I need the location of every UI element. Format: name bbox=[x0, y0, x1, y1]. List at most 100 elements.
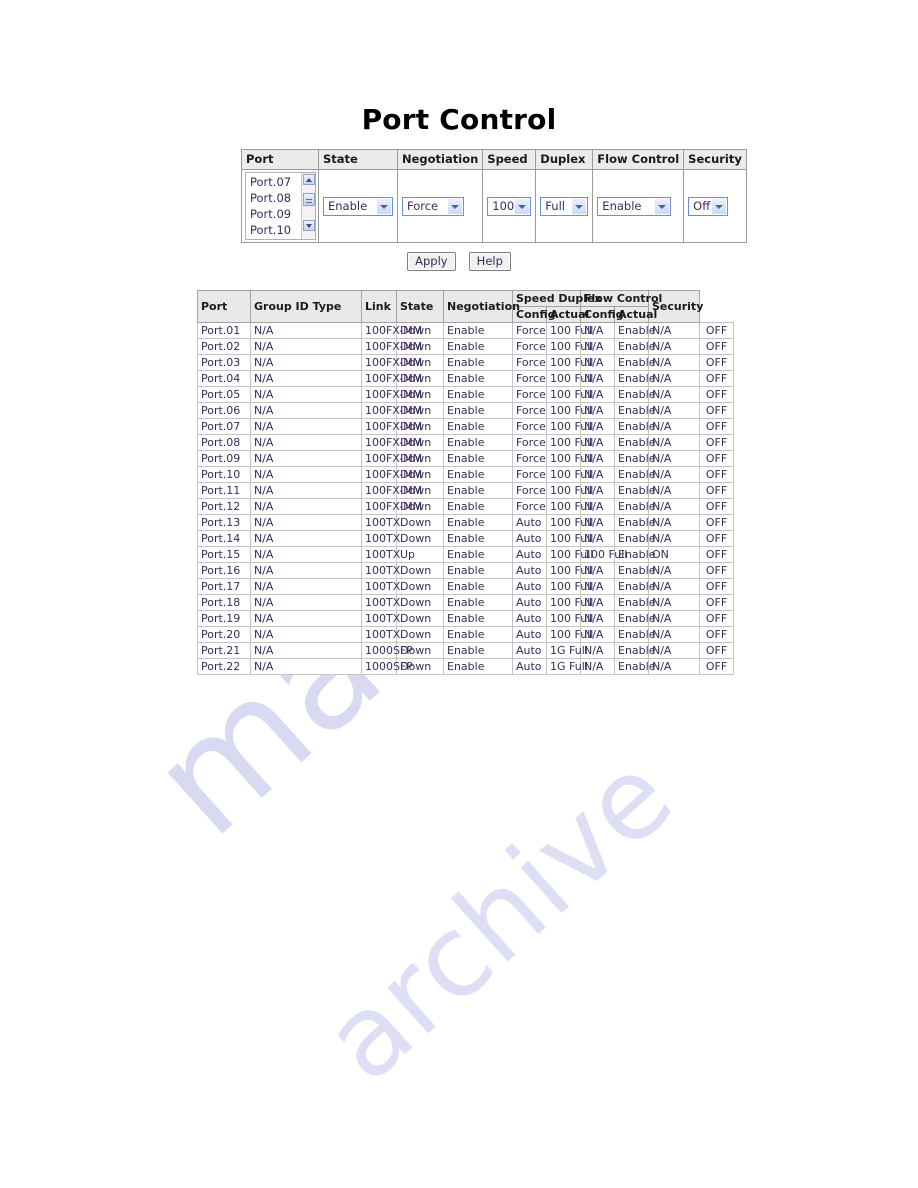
row-cell-negotiation: Auto bbox=[512, 562, 547, 579]
config-header-state: State bbox=[318, 149, 398, 170]
row-cell-port: Port.04 bbox=[197, 370, 251, 387]
status-header-port: Port bbox=[197, 290, 251, 323]
row-cell-security: OFF bbox=[699, 530, 734, 547]
scrollbar-thumb[interactable] bbox=[303, 193, 315, 206]
state-select[interactable]: Enable bbox=[323, 197, 393, 216]
row-cell-speed-config: 1G Full bbox=[546, 642, 588, 659]
row-cell-link: Down bbox=[396, 594, 444, 611]
row-cell-negotiation: Auto bbox=[512, 546, 547, 563]
row-cell-speed-actual: N/A bbox=[580, 594, 615, 611]
row-cell-group-id: N/A bbox=[250, 482, 362, 499]
security-select-value: Off bbox=[693, 199, 711, 213]
row-cell-port: Port.12 bbox=[197, 498, 251, 515]
row-cell-speed-config: 100 Full bbox=[546, 514, 593, 531]
row-cell-group-id: N/A bbox=[250, 386, 362, 403]
row-cell-type: 100FX-MM bbox=[361, 466, 422, 483]
row-cell-security: OFF bbox=[699, 546, 734, 563]
row-cell-negotiation: Auto bbox=[512, 642, 547, 659]
port-list-item[interactable]: Port.09 bbox=[246, 206, 301, 222]
port-select-cell: Port.07 Port.08 Port.09 Port.10 bbox=[241, 169, 319, 243]
row-cell-link: Down bbox=[396, 610, 444, 627]
chevron-down-icon[interactable] bbox=[377, 199, 391, 214]
row-cell-state: Enable bbox=[443, 546, 513, 563]
row-cell-group-id: N/A bbox=[250, 578, 362, 595]
scroll-up-arrow-icon[interactable] bbox=[303, 174, 315, 185]
row-cell-link: Up bbox=[396, 546, 444, 563]
status-table-body: Port.01 N/A 100FX-MM Down Enable Force 100 Ful… bbox=[197, 322, 734, 675]
row-cell-flow-config: Enable bbox=[614, 514, 655, 531]
row-cell-flow-actual: N/A bbox=[648, 626, 700, 643]
security-select[interactable]: Off bbox=[688, 197, 729, 216]
negotiation-select[interactable]: Force bbox=[402, 197, 464, 216]
row-cell-speed-actual: N/A bbox=[580, 626, 615, 643]
row-cell-flow-config: Enable bbox=[614, 450, 655, 467]
row-cell-speed-actual: N/A bbox=[580, 370, 615, 387]
row-cell-port: Port.10 bbox=[197, 466, 251, 483]
row-cell-security: OFF bbox=[699, 642, 734, 659]
port-list-item[interactable]: Port.10 bbox=[246, 222, 301, 238]
config-header-speed: Speed bbox=[482, 149, 537, 170]
row-cell-flow-config: Enable bbox=[614, 322, 655, 339]
flow-control-select-cell: Enable bbox=[592, 169, 685, 243]
help-button[interactable]: Help bbox=[468, 252, 511, 271]
row-cell-link: Down bbox=[396, 626, 444, 643]
row-cell-group-id: N/A bbox=[250, 658, 362, 675]
row-cell-speed-config: 100 Full bbox=[546, 578, 593, 595]
row-cell-flow-actual: N/A bbox=[648, 386, 700, 403]
row-cell-flow-actual: N/A bbox=[648, 434, 700, 451]
negotiation-select-value: Force bbox=[407, 199, 439, 213]
row-cell-security: OFF bbox=[699, 610, 734, 627]
duplex-select[interactable]: Full bbox=[540, 197, 589, 216]
row-cell-state: Enable bbox=[443, 354, 513, 371]
row-cell-type: 100FX-MM bbox=[361, 418, 422, 435]
row-cell-flow-config: Enable bbox=[614, 562, 655, 579]
table-row: Port.03 N/A 100FX-MM Down Enable Force 100 Ful… bbox=[197, 354, 734, 371]
negotiation-select-cell: Force bbox=[396, 169, 484, 243]
row-cell-link: Down bbox=[396, 578, 444, 595]
row-cell-link: Down bbox=[396, 370, 444, 387]
table-row: Port.02 N/A 100FX-MM Down Enable Force 100 Ful… bbox=[197, 338, 734, 355]
chevron-down-icon[interactable] bbox=[515, 199, 530, 214]
chevron-down-icon[interactable] bbox=[712, 199, 727, 214]
flow-control-select[interactable]: Enable bbox=[597, 197, 672, 216]
table-row: Port.17 N/A 100TX Down Enable Auto 100 Full N/A… bbox=[197, 578, 734, 595]
row-cell-speed-actual: N/A bbox=[580, 434, 615, 451]
status-header-flow-control: Flow Control bbox=[580, 290, 662, 307]
row-cell-type: 100TX bbox=[361, 610, 400, 627]
row-cell-flow-actual: N/A bbox=[648, 594, 700, 611]
row-cell-type: 100FX-MM bbox=[361, 482, 422, 499]
scroll-down-arrow-icon[interactable] bbox=[303, 220, 315, 231]
row-cell-state: Enable bbox=[443, 338, 513, 355]
chevron-down-icon[interactable] bbox=[448, 199, 462, 214]
status-header-type: Type bbox=[312, 300, 342, 313]
port-list-item[interactable]: Port.07 bbox=[246, 174, 301, 190]
row-cell-link: Down bbox=[396, 386, 444, 403]
row-cell-speed-actual: N/A bbox=[580, 610, 615, 627]
row-cell-speed-actual: N/A bbox=[580, 386, 615, 403]
row-cell-flow-actual: N/A bbox=[648, 354, 700, 371]
row-cell-negotiation: Auto bbox=[512, 610, 547, 627]
row-cell-negotiation: Force bbox=[512, 434, 547, 451]
speed-select[interactable]: 100 bbox=[487, 197, 532, 216]
row-cell-flow-config: Enable bbox=[614, 658, 655, 675]
apply-button[interactable]: Apply bbox=[407, 252, 456, 271]
row-cell-security: OFF bbox=[699, 338, 734, 355]
port-list-item[interactable]: Port.08 bbox=[246, 190, 301, 206]
row-cell-link: Down bbox=[396, 450, 444, 467]
row-cell-type: 100FX-MM bbox=[361, 354, 422, 371]
row-cell-group-id: N/A bbox=[250, 610, 362, 627]
row-cell-speed-config: 100 Full bbox=[546, 370, 593, 387]
status-header-state: State bbox=[396, 290, 444, 323]
row-cell-group-id: N/A bbox=[250, 466, 362, 483]
row-cell-port: Port.05 bbox=[197, 386, 251, 403]
row-cell-state: Enable bbox=[443, 594, 513, 611]
row-cell-security: OFF bbox=[699, 370, 734, 387]
status-header-speed-duplex: Speed Duplex bbox=[512, 290, 602, 307]
port-list-box[interactable]: Port.07 Port.08 Port.09 Port.10 bbox=[245, 172, 316, 240]
port-list-scrollbar[interactable] bbox=[301, 173, 315, 239]
chevron-down-icon[interactable] bbox=[572, 199, 587, 214]
row-cell-type: 100TX bbox=[361, 578, 400, 595]
row-cell-flow-actual: N/A bbox=[648, 562, 700, 579]
chevron-down-icon[interactable] bbox=[655, 199, 670, 214]
row-cell-speed-config: 100 Full bbox=[546, 386, 593, 403]
